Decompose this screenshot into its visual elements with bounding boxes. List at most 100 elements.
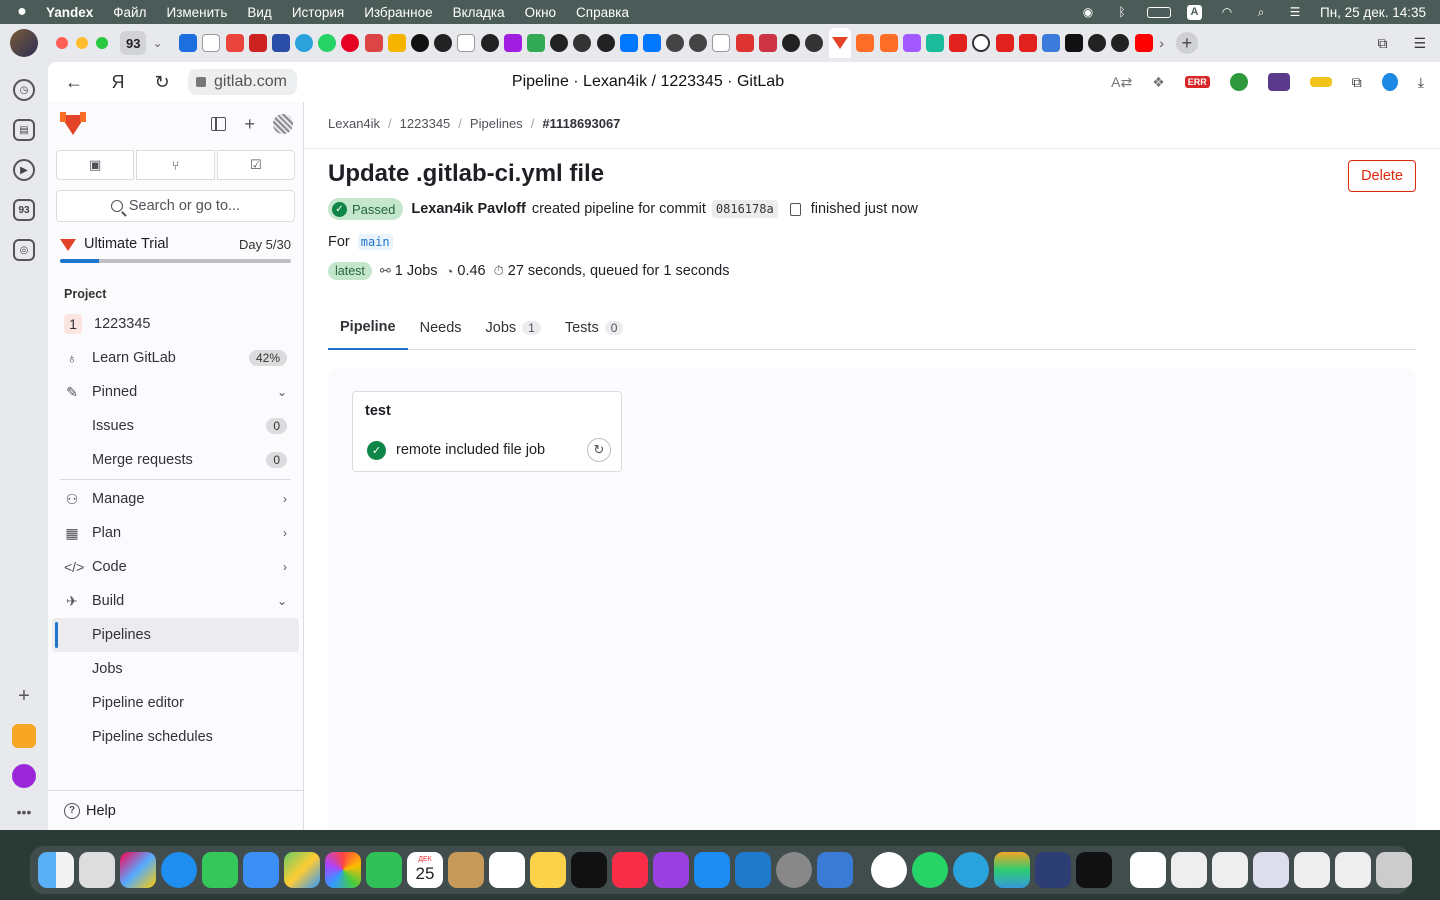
menu-window[interactable]: Окно bbox=[525, 5, 556, 20]
translate-icon[interactable]: A⇄ bbox=[1111, 74, 1132, 91]
tab-favicon[interactable] bbox=[596, 34, 615, 52]
back-button[interactable]: ← bbox=[62, 72, 86, 93]
whatsapp-icon[interactable] bbox=[912, 852, 948, 888]
sidebar-item-pinned[interactable]: ✎ Pinned ⌄ bbox=[52, 375, 299, 409]
tab-favicon[interactable] bbox=[457, 34, 476, 52]
photos-icon[interactable] bbox=[325, 852, 361, 888]
screenshot-file-icon[interactable] bbox=[1335, 852, 1371, 888]
url-field[interactable]: gitlab.com bbox=[188, 69, 297, 95]
create-new-icon[interactable]: + bbox=[244, 114, 255, 135]
todos-shortcut-icon[interactable]: ☑ bbox=[216, 150, 295, 180]
apple-menu-icon[interactable]: ● bbox=[14, 3, 30, 21]
contacts-icon[interactable] bbox=[448, 852, 484, 888]
extension-translate-icon[interactable] bbox=[1381, 73, 1398, 91]
yandex-home-icon[interactable]: Я bbox=[106, 72, 130, 93]
safari-icon[interactable] bbox=[161, 852, 197, 888]
menu-bookmarks[interactable]: Избранное bbox=[364, 5, 432, 20]
branch-link[interactable]: main bbox=[357, 234, 393, 250]
tab-favicon[interactable] bbox=[642, 34, 661, 52]
telegram-icon[interactable] bbox=[953, 852, 989, 888]
sidebar-item-merge-requests[interactable]: Merge requests 0 bbox=[52, 443, 299, 477]
tabs-counter-icon[interactable]: 93 bbox=[13, 199, 35, 221]
tab-jobs[interactable]: Jobs 1 bbox=[474, 306, 553, 350]
chevron-right-icon[interactable]: › bbox=[1159, 35, 1164, 51]
status-app-icon[interactable]: ◉ bbox=[1079, 5, 1097, 19]
menu-app[interactable]: Yandex bbox=[46, 5, 93, 20]
help-button[interactable]: ? Help bbox=[48, 790, 303, 830]
sidebar-item-manage[interactable]: ⚇ Manage › bbox=[52, 482, 299, 516]
facetime-icon[interactable] bbox=[366, 852, 402, 888]
menu-history[interactable]: История bbox=[292, 5, 344, 20]
battery-icon[interactable] bbox=[1146, 6, 1171, 18]
phone-screenshot-icon[interactable] bbox=[1294, 852, 1330, 888]
chevron-down-icon[interactable]: ⌄ bbox=[152, 36, 162, 50]
sidebar-item-code[interactable]: </> Code › bbox=[52, 550, 299, 584]
collections-icon[interactable]: ▤ bbox=[13, 119, 35, 141]
menubar-datetime[interactable]: Пн, 25 дек. 14:35 bbox=[1320, 5, 1426, 20]
messages-icon[interactable] bbox=[202, 852, 238, 888]
system-settings-icon[interactable] bbox=[776, 852, 812, 888]
screenshot-icon[interactable]: ◎ bbox=[13, 239, 35, 261]
tab-active-gitlab[interactable] bbox=[828, 28, 851, 58]
sidebar-item-build[interactable]: ✈ Build ⌄ bbox=[52, 584, 299, 618]
app-store-icon[interactable] bbox=[694, 852, 730, 888]
extension-icon[interactable] bbox=[1267, 73, 1290, 91]
delete-pipeline-button[interactable]: Delete bbox=[1348, 160, 1416, 192]
bookmark-icon[interactable]: ❖ bbox=[1152, 74, 1165, 91]
tab-favicon[interactable] bbox=[434, 34, 453, 52]
reminders-icon[interactable] bbox=[489, 852, 525, 888]
finder-icon[interactable] bbox=[38, 852, 74, 888]
sidebar-item-plan[interactable]: ▦ Plan › bbox=[52, 516, 299, 550]
extension-frog-icon[interactable] bbox=[1229, 73, 1248, 91]
wifi-icon[interactable]: ◠ bbox=[1218, 5, 1236, 19]
merge-requests-shortcut-icon[interactable]: ⑂ bbox=[136, 150, 215, 180]
tab-favicon[interactable] bbox=[387, 34, 406, 52]
tab-favicon[interactable] bbox=[949, 34, 968, 52]
document-icon[interactable] bbox=[1253, 852, 1289, 888]
tab-favicon[interactable] bbox=[972, 34, 991, 52]
tab-favicon[interactable] bbox=[179, 34, 198, 52]
menu-help[interactable]: Справка bbox=[576, 5, 629, 20]
dev-app-icon[interactable] bbox=[1035, 852, 1071, 888]
tab-favicon[interactable] bbox=[1041, 34, 1060, 52]
new-tab-button[interactable]: + bbox=[1175, 32, 1198, 54]
tab-favicon[interactable] bbox=[341, 34, 360, 52]
tab-favicon[interactable] bbox=[758, 34, 777, 52]
extension-battery-icon[interactable] bbox=[1309, 77, 1332, 87]
extension-err-badge[interactable]: ERR bbox=[1184, 76, 1210, 88]
tab-favicon[interactable] bbox=[902, 34, 921, 52]
spotlight-icon[interactable]: ⌕ bbox=[1252, 5, 1270, 19]
menu-file[interactable]: Файл bbox=[113, 5, 146, 20]
tab-favicon[interactable] bbox=[411, 34, 429, 52]
apple-tv-icon[interactable] bbox=[571, 852, 607, 888]
downloads-icon[interactable]: ⤓ bbox=[1418, 74, 1424, 91]
breadcrumb-current[interactable]: #1118693067 bbox=[542, 116, 620, 131]
mail-app-icon[interactable] bbox=[243, 852, 279, 888]
gitlab-logo-icon[interactable] bbox=[60, 112, 86, 136]
breadcrumb-owner[interactable]: Lexan4ik bbox=[328, 116, 380, 131]
tab-favicon[interactable] bbox=[925, 34, 944, 52]
tab-favicon[interactable] bbox=[1134, 34, 1153, 52]
status-badge[interactable]: ✓ Passed bbox=[328, 198, 404, 220]
tab-favicon[interactable] bbox=[689, 34, 708, 52]
menu-icon[interactable]: ☰ bbox=[1413, 35, 1426, 52]
issues-shortcut-icon[interactable]: ▣ bbox=[56, 150, 135, 180]
tab-favicon[interactable] bbox=[225, 34, 244, 52]
profile-avatar[interactable] bbox=[10, 29, 38, 57]
tab-pipeline[interactable]: Pipeline bbox=[328, 306, 408, 350]
yandex-browser-icon[interactable] bbox=[871, 852, 907, 888]
trash-icon[interactable] bbox=[1376, 852, 1412, 888]
menu-view[interactable]: Вид bbox=[247, 5, 271, 20]
minimize-window-button[interactable] bbox=[76, 37, 88, 49]
xcode-icon[interactable] bbox=[817, 852, 853, 888]
sidebar-item-pipeline-schedules[interactable]: Pipeline schedules bbox=[52, 720, 299, 754]
stack-app-icon[interactable] bbox=[994, 852, 1030, 888]
tab-needs[interactable]: Needs bbox=[408, 306, 474, 350]
tab-favicon[interactable] bbox=[995, 34, 1014, 52]
tab-favicon[interactable] bbox=[666, 34, 685, 52]
calendar-app-icon[interactable]: ДЕК 25 bbox=[407, 852, 443, 888]
sidebar-item-learn-gitlab[interactable]: ♁ Learn GitLab 42% bbox=[52, 341, 299, 375]
tab-favicon[interactable] bbox=[856, 34, 875, 52]
podcasts-icon[interactable] bbox=[653, 852, 689, 888]
tab-favicon[interactable] bbox=[248, 34, 267, 52]
